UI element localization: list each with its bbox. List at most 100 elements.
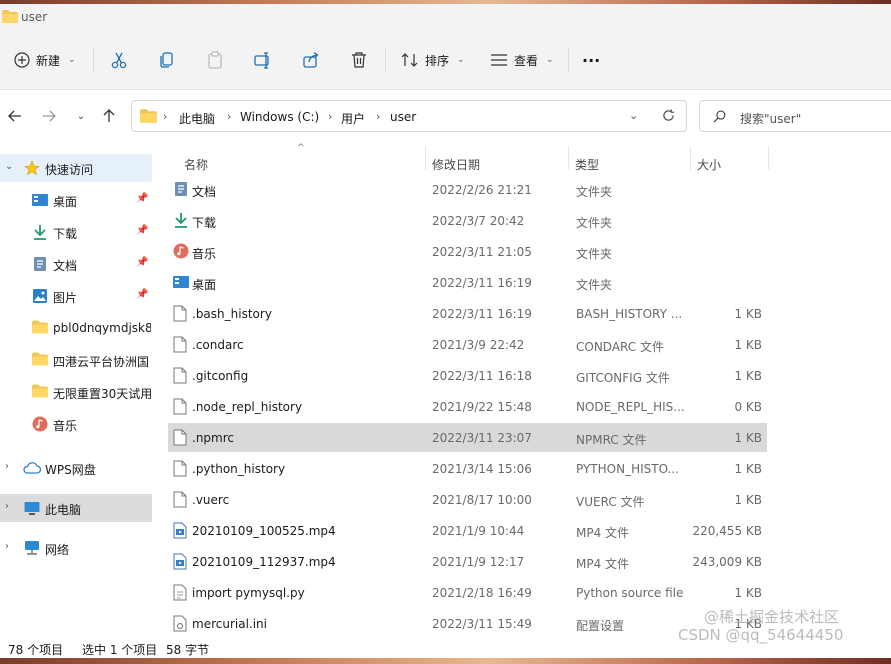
view-button[interactable]: 查看 ⌄ [490,45,554,75]
arrow-right-icon [43,110,56,122]
sidebar-item-desktop[interactable]: 桌面 📌 [0,186,152,214]
column-header-size[interactable]: 大小 [691,145,769,175]
file-row[interactable]: import pymysql.py 2021/2/18 16:49 Python s… [168,578,767,607]
breadcrumb-this-pc[interactable]: 此电脑 [179,110,215,127]
file-row[interactable]: .condarc 2021/3/9 22:42 CONDARC 文件 1 KB [168,330,767,359]
file-row[interactable]: .bash_history 2022/3/11 16:19 BASH_HISTORY… [168,299,767,328]
file-name: .node_repl_history [192,400,303,414]
file-row[interactable]: 音乐 2022/3/11 21:05 文件夹 [168,237,767,266]
file-date: 2022/3/11 15:49 [432,617,532,631]
share-icon [303,51,319,68]
explorer-window: user 新建 ⌄ 排序 ⌄ 查看 ⌄ ··· ⌄ › 此电脑 › Window… [0,4,891,658]
file-row[interactable]: 20210109_112937.mp4 2021/1/9 12:17 MP4 文件 2… [168,547,767,576]
new-button[interactable]: 新建 ⌄ [14,45,76,75]
sort-button[interactable]: 排序 ⌄ [401,45,465,75]
file-type: NPMRC 文件 [576,433,647,447]
sidebar-item-label: 快速访问 [45,163,94,177]
file-row[interactable]: .gitconfig 2022/3/11 16:18 GITCONFIG 文件 1 K… [168,361,767,390]
refresh-icon[interactable] [662,109,675,125]
column-header-type[interactable]: 类型 [569,145,689,175]
sidebar-item-music[interactable]: 音乐 [0,410,152,438]
back-button[interactable] [6,107,24,125]
chevron-right-icon: › [376,110,381,123]
sidebar-item-folder[interactable]: 无限重置30天试用 [0,378,152,406]
pin-icon[interactable]: 📌 [136,225,148,236]
file-size: 243,009 KB [692,555,762,569]
chevron-right-icon: › [5,541,9,552]
delete-button[interactable] [350,45,368,75]
file-date: 2022/3/11 23:07 [432,431,532,445]
folder-icon [32,384,48,400]
forward-button[interactable] [40,107,58,125]
file-name: 20210109_100525.mp4 [192,524,336,538]
file-row[interactable]: 20210109_100525.mp4 2021/1/9 10:44 MP4 文件 2… [168,516,767,545]
up-button[interactable] [100,107,118,125]
file-name: 桌面 [192,278,217,292]
rename-button[interactable] [254,45,272,75]
recent-locations-button[interactable]: ⌄ [72,107,90,125]
file-date: 2021/8/17 10:00 [432,493,532,507]
file-size: 1 KB [734,431,762,445]
file-row[interactable]: 文档 2022/2/26 21:21 文件夹 [168,175,767,204]
copy-button[interactable] [158,45,176,75]
search-icon [713,110,726,126]
address-bar[interactable]: › 此电脑 › Windows (C:) › 用户 › user ⌄ [131,100,687,132]
file-name: .gitconfig [192,369,249,383]
sidebar-item-this-pc[interactable]: › 此电脑 [0,494,152,522]
chevron-down-icon: ⌄ [546,55,554,65]
address-dropdown-icon[interactable]: ⌄ [629,109,638,122]
column-header-date[interactable]: 修改日期 [426,145,566,175]
download-icon [32,224,48,240]
breadcrumb-users[interactable]: 用户 [341,110,365,127]
sidebar-item-folder[interactable]: 四港云平台协洲国 [0,346,152,374]
file-name: .npmrc [192,431,234,445]
cut-button[interactable] [110,45,128,75]
file-date: 2021/1/9 10:44 [432,524,525,538]
sidebar-item-label: 网络 [45,543,70,557]
file-name: import pymysql.py [192,586,305,600]
desktop-icon [32,192,48,208]
pin-icon[interactable]: 📌 [136,257,148,268]
file-name: .condarc [192,338,244,352]
navigation-bar: ⌄ › 此电脑 › Windows (C:) › 用户 › user ⌄ 搜索"… [0,90,891,142]
column-header-name[interactable]: 名称 [160,145,425,175]
sidebar-item-folder[interactable]: pbl0dnqymdjsk8 [0,314,152,342]
watermark-text: @稀土掘金技术社区 [704,608,840,626]
share-button[interactable] [302,45,320,75]
sidebar-item-wps[interactable]: › WPS网盘 [0,454,152,482]
pin-icon[interactable]: 📌 [136,193,148,204]
paste-button[interactable] [206,45,224,75]
chevron-down-icon: ⌄ [457,55,465,65]
view-label: 查看 [514,53,539,68]
sidebar-item-documents[interactable]: 文档 📌 [0,250,152,278]
sort-label: 排序 [425,53,450,68]
selected-size: 58 字节 [166,643,210,657]
file-row[interactable]: 下载 2022/3/7 20:42 文件夹 [168,206,767,235]
sidebar-item-downloads[interactable]: 下载 📌 [0,218,152,246]
file-date: 2021/3/9 22:42 [432,338,525,352]
breadcrumb-user[interactable]: user [390,110,416,124]
file-size: 1 KB [734,369,762,383]
more-options-button[interactable]: ··· [582,45,600,75]
column-divider[interactable] [768,146,769,170]
file-type: PYTHON_HISTO... [576,462,679,476]
pin-icon[interactable]: 📌 [136,289,148,300]
file-name: mercurial.ini [192,617,267,631]
file-date: 2022/3/11 16:18 [432,369,532,383]
file-type: NODE_REPL_HIS... [576,400,685,414]
breadcrumb-drive-c[interactable]: Windows (C:) [240,110,319,124]
file-row[interactable]: .vuerc 2021/8/17 10:00 VUERC 文件 1 KB [168,485,767,514]
file-date: 2022/3/11 16:19 [432,276,532,290]
sidebar-item-label: 无限重置30天试用 [53,387,151,401]
sidebar-item-pictures[interactable]: 图片 📌 [0,282,152,310]
sidebar-item-network[interactable]: › 网络 [0,534,152,562]
video-icon [173,553,189,570]
search-box[interactable]: 搜索"user" [699,100,891,132]
sort-icon [401,53,418,67]
chevron-down-icon: ⌄ [76,110,86,122]
file-row[interactable]: .npmrc 2022/3/11 23:07 NPMRC 文件 1 KB [168,423,767,452]
file-row[interactable]: .python_history 2021/3/14 15:06 PYTHON_HIS… [168,454,767,483]
file-row[interactable]: .node_repl_history 2021/9/22 15:48 NODE_RE… [168,392,767,421]
file-row[interactable]: 桌面 2022/3/11 16:19 文件夹 [168,268,767,297]
sidebar-item-quick-access[interactable]: ⌄ 快速访问 [0,154,152,182]
